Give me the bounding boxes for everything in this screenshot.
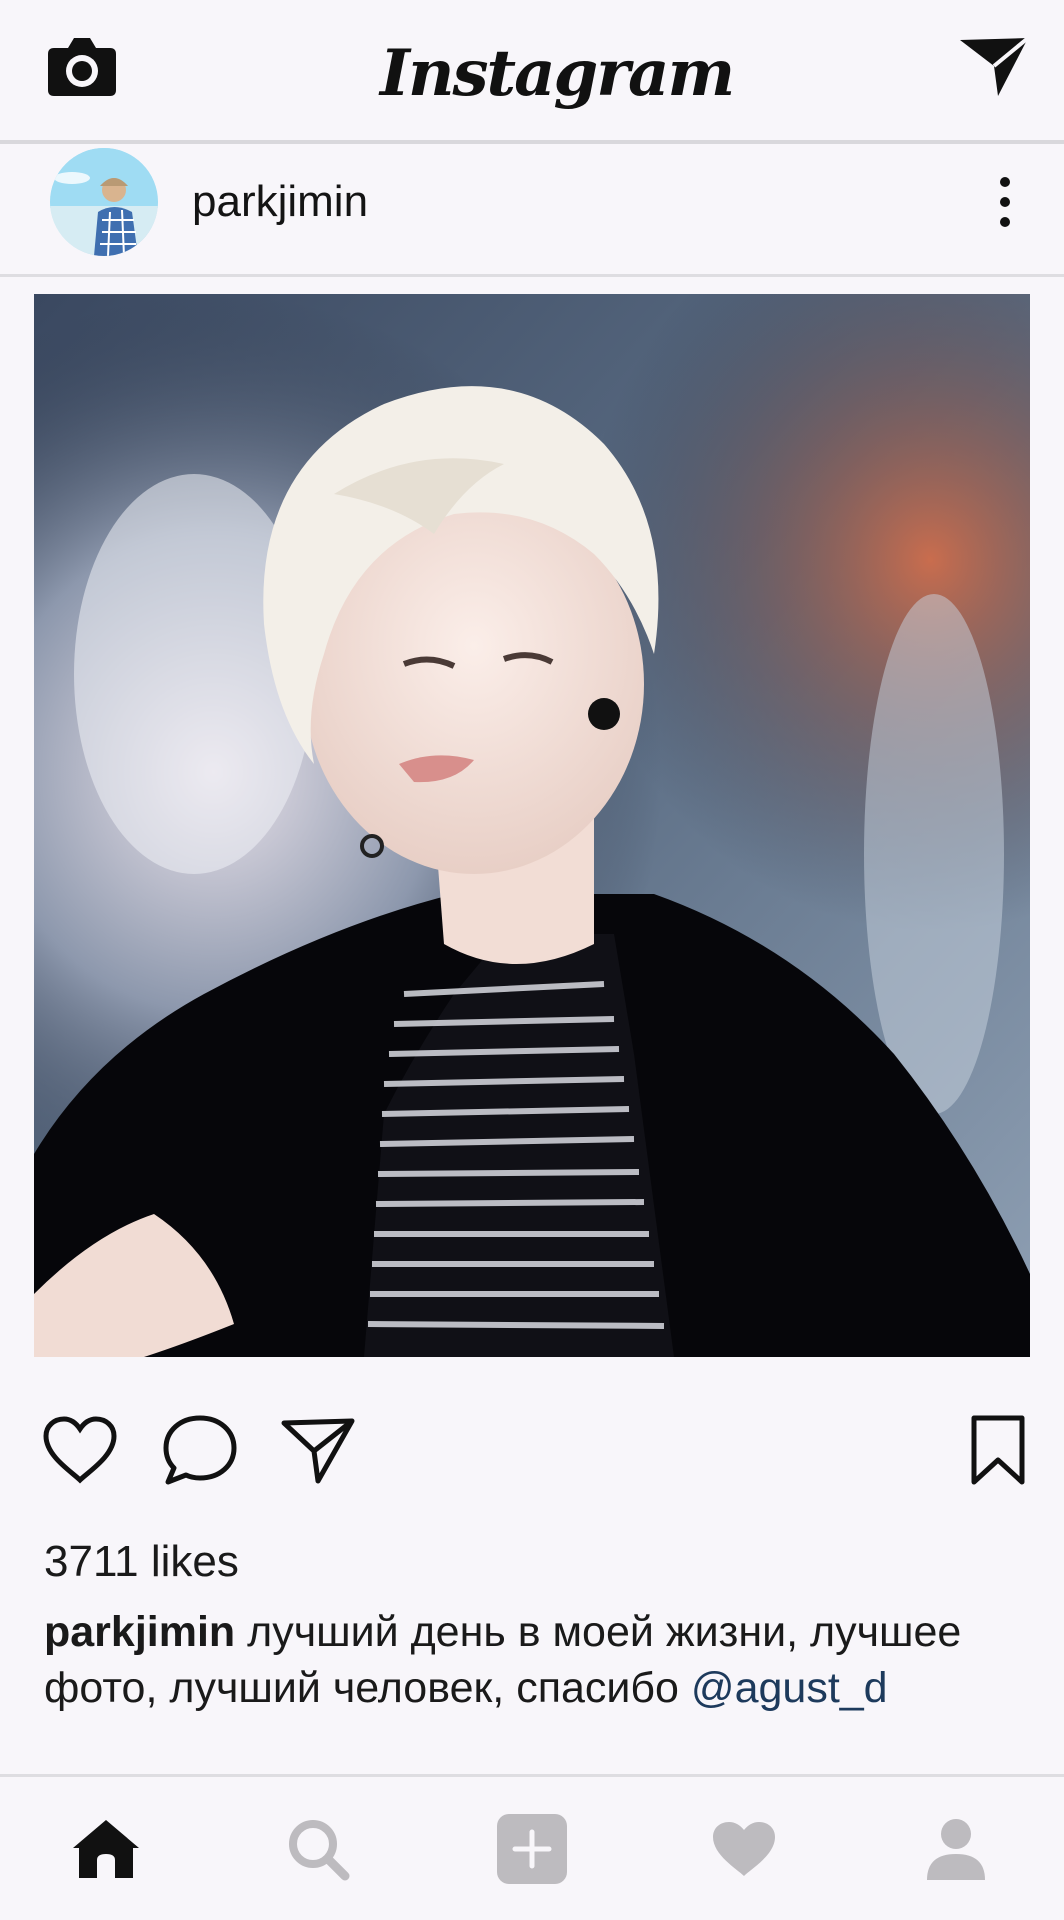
nav-add-post[interactable] (490, 1807, 574, 1891)
comment-button[interactable] (160, 1410, 240, 1490)
likes-count[interactable]: 3711 likes (44, 1534, 239, 1590)
paper-plane-icon (960, 36, 1030, 96)
add-post-icon (497, 1814, 567, 1884)
app-logo: Instagram (380, 36, 735, 111)
post-username[interactable]: parkjimin (192, 174, 368, 230)
post-action-bar (0, 1400, 1064, 1500)
bookmark-icon (971, 1415, 1025, 1485)
search-icon (289, 1820, 350, 1881)
paper-plane-outline-icon (281, 1418, 355, 1484)
post-photo-image (34, 294, 1030, 1357)
more-vertical-icon (1000, 177, 1010, 227)
post-caption: parkjimin лучший день в моей жизни, лучш… (44, 1604, 1024, 1716)
bottom-nav (0, 1777, 1064, 1920)
activity-heart-icon (713, 1822, 775, 1876)
post-header-divider (0, 274, 1064, 277)
post-header: parkjimin (0, 144, 1064, 274)
caption-username[interactable]: parkjimin (44, 1608, 235, 1656)
nav-home[interactable] (64, 1807, 148, 1891)
comment-bubble-icon (163, 1415, 237, 1485)
post-photo[interactable] (34, 294, 1030, 1357)
share-button[interactable] (278, 1410, 358, 1490)
top-bar: Instagram (0, 0, 1064, 140)
direct-messages-button[interactable] (952, 28, 1036, 104)
avatar[interactable] (50, 148, 158, 256)
camera-button[interactable] (42, 30, 122, 102)
nav-activity[interactable] (702, 1807, 786, 1891)
save-button[interactable] (958, 1410, 1038, 1490)
profile-icon (927, 1819, 985, 1880)
home-icon (73, 1820, 139, 1878)
nav-search[interactable] (276, 1807, 360, 1891)
like-button[interactable] (40, 1410, 120, 1490)
nav-profile[interactable] (914, 1807, 998, 1891)
caption-mention[interactable]: @agust_d (691, 1664, 888, 1712)
heart-outline-icon (43, 1416, 117, 1484)
more-options-button[interactable] (990, 170, 1020, 234)
avatar-image (50, 148, 158, 256)
camera-icon (48, 38, 116, 96)
